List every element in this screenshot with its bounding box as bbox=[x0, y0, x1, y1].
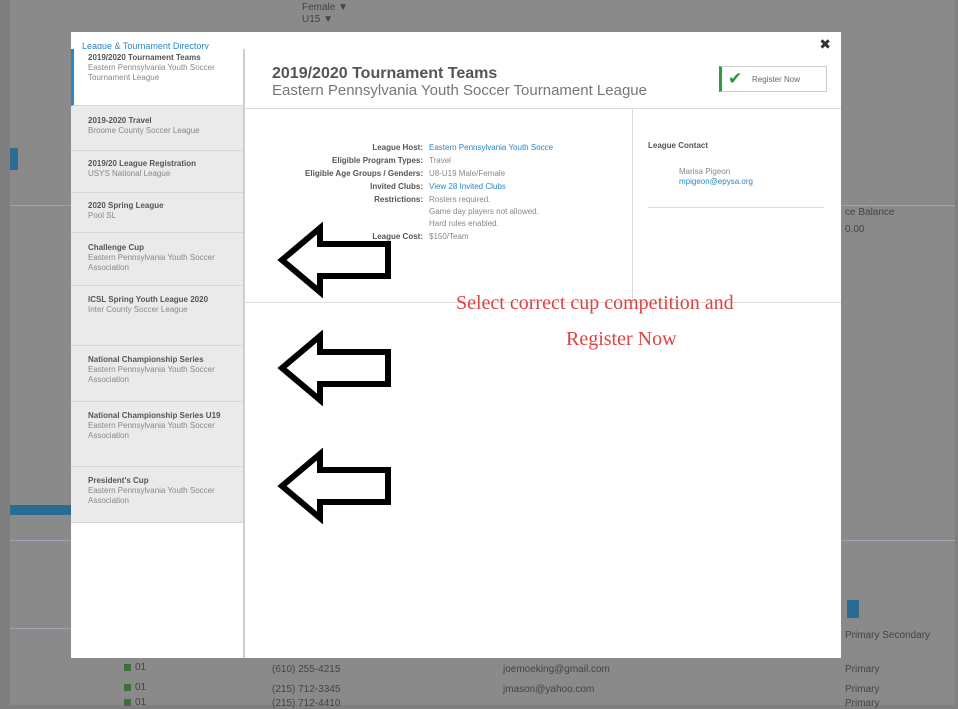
bg-row-code: 01 bbox=[135, 697, 147, 708]
bg-row-phone: (215) 712-3345 bbox=[272, 684, 341, 695]
restriction-item: Hard rules enabled. bbox=[429, 219, 499, 228]
league-directory-modal: League & Tournament Directory ✖ 2019/202… bbox=[71, 32, 841, 658]
league-subtitle: Eastern Pennsylvania Youth Soccer Tourna… bbox=[272, 82, 647, 99]
bg-gender-select: Female ▼ bbox=[302, 2, 349, 13]
league-host-link[interactable]: Eastern Pennsylvania Youth Socce bbox=[429, 143, 553, 152]
bg-age-select: U15 ▼ bbox=[302, 14, 334, 25]
register-now-button[interactable]: ✔ Register Now bbox=[719, 66, 827, 92]
league-list-sidebar: 2019/2020 Tournament Teams Eastern Penns… bbox=[71, 49, 245, 658]
program-types-value: Travel bbox=[429, 156, 451, 165]
bg-row-code: 01 bbox=[135, 662, 147, 673]
invited-clubs-label: Invited Clubs: bbox=[370, 182, 423, 191]
league-item-subtitle: Eastern Pennsylvania Youth Soccer Associ… bbox=[88, 253, 215, 272]
league-item-presidents-cup[interactable]: President's Cup Eastern Pennsylvania You… bbox=[71, 467, 243, 523]
age-groups-value: U8-U19 Male/Female bbox=[429, 169, 506, 178]
league-item-subtitle: Eastern Pennsylvania Youth Soccer Associ… bbox=[88, 421, 215, 440]
league-item-spring-league[interactable]: 2020 Spring League Pool SL bbox=[71, 193, 243, 233]
bg-col-header: Primary Secondary bbox=[845, 630, 931, 641]
bg-row-type: Primary bbox=[845, 684, 880, 695]
restriction-item: Game day players not allowed. bbox=[429, 207, 539, 216]
invited-clubs-link[interactable]: View 28 Invited Clubs bbox=[429, 182, 506, 191]
league-item-national-championship-u19[interactable]: National Championship Series U19 Eastern… bbox=[71, 402, 243, 467]
league-item-subtitle: Eastern Pennsylvania Youth Soccer Associ… bbox=[88, 486, 215, 505]
bg-row-check bbox=[124, 664, 131, 671]
league-item-subtitle: Eastern Pennsylvania Youth Soccer Associ… bbox=[88, 365, 215, 384]
league-item-title: 2020 Spring League bbox=[88, 201, 164, 210]
bg-row-type: Primary bbox=[845, 664, 880, 675]
league-item-title: 2019/2020 Tournament Teams bbox=[88, 53, 201, 62]
restrictions-label: Restrictions: bbox=[374, 195, 423, 204]
bg-divider bbox=[841, 205, 955, 206]
league-item-title: ICSL Spring Youth League 2020 bbox=[88, 295, 209, 304]
league-cost-value: $150/Team bbox=[429, 232, 469, 241]
left-arrow-icon bbox=[277, 330, 391, 406]
league-title: 2019/2020 Tournament Teams bbox=[272, 65, 498, 82]
annotation-line-1: Select correct cup competition and bbox=[456, 292, 734, 314]
bg-row-email: joemoeking@gmail.com bbox=[503, 664, 610, 675]
register-now-label: Register Now bbox=[752, 75, 801, 84]
league-item-title: 2019/20 League Registration bbox=[88, 159, 197, 168]
league-host-label: League Host: bbox=[372, 143, 423, 152]
bg-divider bbox=[10, 540, 72, 541]
league-item-tournament-teams[interactable]: 2019/2020 Tournament Teams Eastern Penns… bbox=[71, 49, 243, 106]
league-item-title: President's Cup bbox=[88, 476, 149, 485]
league-item-subtitle: Broome County Soccer League bbox=[88, 126, 200, 135]
league-item-title: 2019-2020 Travel bbox=[88, 116, 152, 125]
bg-divider bbox=[10, 205, 72, 206]
bg-row-phone: (610) 255-4215 bbox=[272, 664, 341, 675]
league-item-subtitle: Inter County Soccer League bbox=[88, 305, 188, 314]
restriction-item: Rosters required. bbox=[429, 195, 491, 204]
bg-blue-button bbox=[847, 600, 859, 618]
league-item-league-registration[interactable]: 2019/20 League Registration USYS Nationa… bbox=[71, 151, 243, 193]
league-item-challenge-cup[interactable]: Challenge Cup Eastern Pennsylvania Youth… bbox=[71, 233, 243, 286]
left-arrow-icon bbox=[277, 448, 391, 524]
league-item-subtitle: Pool SL bbox=[88, 211, 117, 220]
bg-row-check bbox=[124, 684, 131, 691]
bg-divider bbox=[841, 540, 955, 541]
divider bbox=[632, 109, 633, 302]
bg-blue-tab bbox=[10, 148, 18, 170]
league-item-national-championship[interactable]: National Championship Series Eastern Pen… bbox=[71, 346, 243, 402]
bg-blue-bar bbox=[10, 505, 72, 515]
league-contact-header: League Contact bbox=[648, 141, 709, 150]
bg-row-type: Primary bbox=[845, 698, 880, 709]
contact-email-link[interactable]: mpigeon@epysa.org bbox=[679, 177, 753, 186]
league-item-subtitle: Eastern Pennsylvania Youth Soccer Tourna… bbox=[88, 63, 215, 82]
checkmark-icon: ✔ bbox=[728, 69, 743, 88]
league-item-icsl-spring[interactable]: ICSL Spring Youth League 2020 Inter Coun… bbox=[71, 286, 243, 346]
annotation-line-2: Register Now bbox=[566, 328, 677, 350]
bg-row-phone: (215) 712-4410 bbox=[272, 698, 341, 709]
left-arrow-icon bbox=[277, 222, 391, 298]
bg-balance-header: ce Balance bbox=[845, 207, 895, 218]
bg-balance-value: 0.00 bbox=[845, 224, 865, 235]
league-item-travel[interactable]: 2019-2020 Travel Broome County Soccer Le… bbox=[71, 106, 243, 151]
bg-row-code: 01 bbox=[135, 682, 147, 693]
divider bbox=[245, 108, 841, 109]
league-item-subtitle: USYS National League bbox=[88, 169, 171, 178]
contact-name: Marisa Pigeon bbox=[679, 167, 731, 176]
age-groups-label: Eligible Age Groups / Genders: bbox=[305, 169, 423, 178]
league-item-title: National Championship Series U19 bbox=[88, 411, 221, 420]
divider bbox=[648, 207, 824, 208]
league-item-title: Challenge Cup bbox=[88, 243, 145, 252]
bg-row-email: jmason@yahoo.com bbox=[503, 684, 595, 695]
program-types-label: Eligible Program Types: bbox=[332, 156, 423, 165]
league-item-title: National Championship Series bbox=[88, 355, 204, 364]
bg-divider bbox=[10, 628, 72, 629]
